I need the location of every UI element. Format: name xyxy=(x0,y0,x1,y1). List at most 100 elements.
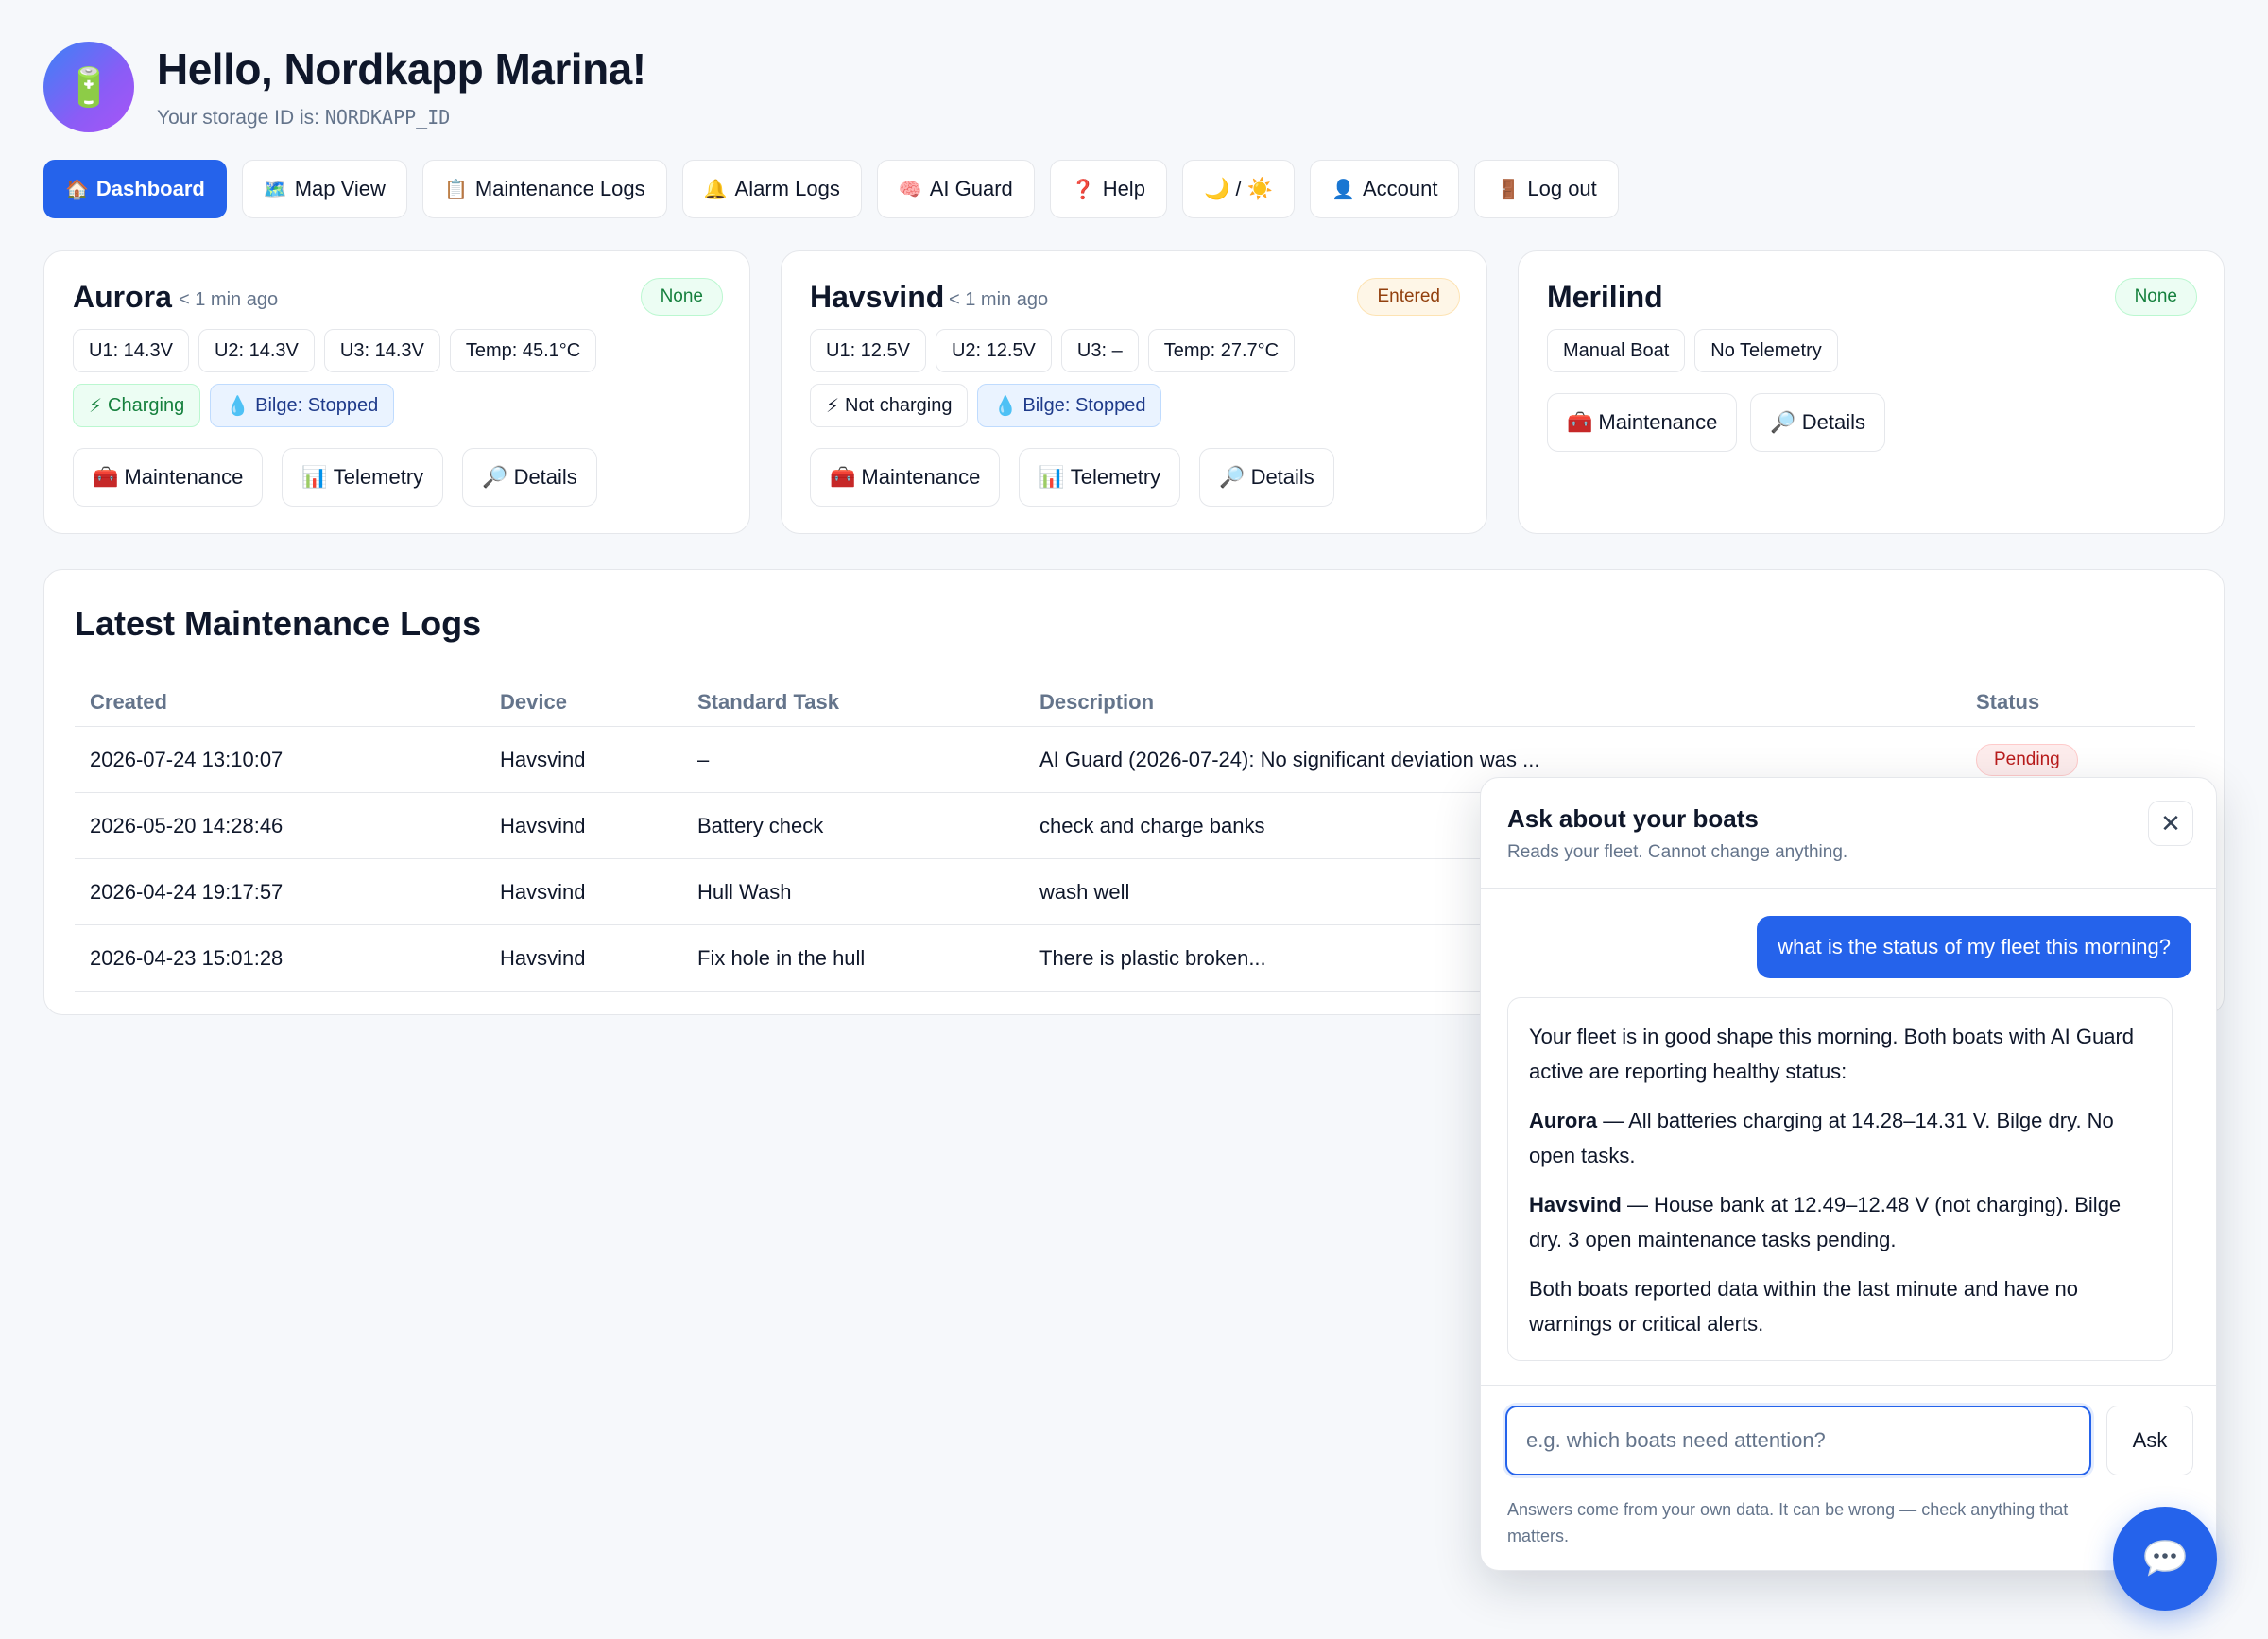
boat-name: Aurora xyxy=(73,280,172,314)
nav-label: Alarm Logs xyxy=(734,177,840,200)
moon-sun-icon: 🌙 / ☀️ xyxy=(1203,177,1274,200)
boat-name: Havsvind xyxy=(810,280,945,314)
nav-account-button[interactable]: 👤 Account xyxy=(1310,160,1460,218)
disclaimer: Answers come from your own data. It can … xyxy=(1507,1500,2069,1545)
toolbox-icon: 🧰 xyxy=(1567,410,1593,434)
chat-input[interactable] xyxy=(1505,1406,2091,1475)
storage-id-label: Your storage ID is: xyxy=(157,107,325,129)
nav-map-view-button[interactable]: 🗺️ Map View xyxy=(241,160,407,218)
home-icon: 🏠 xyxy=(65,179,89,200)
cell-device: Havsvind xyxy=(500,813,586,837)
nav-help-button[interactable]: ❓ Help xyxy=(1049,160,1167,218)
storage-id-line: Your storage ID is: NORDKAPP_ID xyxy=(157,106,450,129)
nav-label: Help xyxy=(1102,177,1145,200)
button-label: Telemetry xyxy=(1070,465,1161,489)
action-row: 🧰 Maintenance 📊 Telemetry 🔎 Details xyxy=(810,448,1334,507)
status-row: ⚡ Charging 💧 Bilge: Stopped xyxy=(73,384,395,427)
nav-ai-guard-button[interactable]: 🧠 AI Guard xyxy=(876,160,1035,218)
chat-title: Ask about your boats xyxy=(1507,804,1759,833)
cell-task: Fix hole in the hull xyxy=(697,945,866,970)
cell-task: Hull Wash xyxy=(697,879,792,904)
divider xyxy=(1481,1385,2216,1386)
cell-status: Pending xyxy=(1961,743,2195,776)
main-nav: 🏠 Dashboard 🗺️ Map View 📋 Maintenance Logs … xyxy=(43,160,1619,218)
logout-button[interactable]: 🚪 Log out xyxy=(1474,160,1619,218)
maintenance-button[interactable]: 🧰 Maintenance xyxy=(73,448,264,507)
details-button[interactable]: 🔎 Details xyxy=(462,448,597,507)
charging-label: Not charging xyxy=(845,394,953,416)
cell-task: – xyxy=(697,747,710,771)
toolbox-icon: 🧰 xyxy=(93,465,119,489)
answer-aurora: Aurora — All batteries charging at 14.28… xyxy=(1529,1103,2151,1173)
telemetry-button[interactable]: 📊 Telemetry xyxy=(1019,448,1181,507)
details-button[interactable]: 🔎 Details xyxy=(1199,448,1334,507)
action-row: 🧰 Maintenance 📊 Telemetry 🔎 Details xyxy=(73,448,597,507)
status-badge: Pending xyxy=(1976,743,2078,776)
col-status: Status xyxy=(1976,689,2040,714)
status-badge: None xyxy=(640,278,723,316)
bilge-label: Bilge: Stopped xyxy=(255,394,379,416)
door-icon: 🚪 xyxy=(1496,179,1521,200)
boat-card-merilind: Merilind None Manual Boat No Telemetry 🧰… xyxy=(1518,250,2225,534)
clipboard-icon: 📋 xyxy=(443,179,468,200)
temp-chip: Temp: 27.7°C xyxy=(1147,329,1296,372)
magnifier-icon: 🔎 xyxy=(482,465,508,489)
theme-toggle-button[interactable]: 🌙 / ☀️ xyxy=(1181,160,1296,218)
divider xyxy=(1481,888,2216,889)
chat-toggle-button[interactable] xyxy=(2113,1507,2217,1611)
col-created: Created xyxy=(90,689,167,714)
lightning-icon: ⚡ xyxy=(89,395,103,417)
boat-type-chip: Manual Boat xyxy=(1547,329,1686,372)
cell-created: 2026-04-24 19:17:57 xyxy=(90,879,284,904)
battery-icon: 🔋 xyxy=(65,66,112,109)
button-label: Details xyxy=(1801,410,1866,434)
button-label: Details xyxy=(513,465,577,489)
page-title: Hello, Nordkapp Marina! xyxy=(157,44,646,94)
u1-chip: U1: 12.5V xyxy=(810,329,926,372)
last-seen: < 1 min ago xyxy=(949,289,1049,310)
bell-icon: 🔔 xyxy=(703,179,728,200)
button-label: Maintenance xyxy=(861,465,981,489)
bilge-label: Bilge: Stopped xyxy=(1022,394,1146,416)
nav-dashboard-button[interactable]: 🏠 Dashboard xyxy=(43,160,227,218)
details-button[interactable]: 🔎 Details xyxy=(1750,393,1886,452)
chat-bubble-icon xyxy=(2144,1540,2186,1577)
button-label: Maintenance xyxy=(124,465,244,489)
status-row: ⚡ Not charging 💧 Bilge: Stopped xyxy=(810,384,1162,427)
map-icon: 🗺️ xyxy=(263,179,287,200)
storage-id-value: NORDKAPP_ID xyxy=(324,106,451,129)
telemetry-status-chip: No Telemetry xyxy=(1694,329,1838,372)
nav-maintenance-logs-button[interactable]: 📋 Maintenance Logs xyxy=(421,160,667,218)
cell-created: 2026-05-20 14:28:46 xyxy=(90,813,284,837)
boat-name: Aurora xyxy=(1529,1109,1598,1132)
nav-label: Map View xyxy=(294,177,386,200)
nav-label: Account xyxy=(1362,177,1438,200)
close-button[interactable]: ✕ xyxy=(2148,801,2193,846)
answer-outro: Both boats reported data within the last… xyxy=(1529,1277,2078,1336)
u2-chip: U2: 12.5V xyxy=(935,329,1052,372)
cell-device: Havsvind xyxy=(500,879,586,904)
maintenance-button[interactable]: 🧰 Maintenance xyxy=(1547,393,1738,452)
boat-card-havsvind: Havsvind < 1 min ago Entered U1: 12.5V U… xyxy=(781,250,1487,534)
cell-task: Battery check xyxy=(697,813,824,837)
brain-icon: 🧠 xyxy=(898,179,922,200)
question-icon: ❓ xyxy=(1071,179,1095,200)
cell-device: Havsvind xyxy=(500,945,586,970)
temp-chip: Temp: 45.1°C xyxy=(449,329,597,372)
u3-chip: U3: 14.3V xyxy=(323,329,440,372)
col-device: Device xyxy=(500,689,567,714)
telemetry-button[interactable]: 📊 Telemetry xyxy=(282,448,444,507)
voltage-row: U1: 14.3V U2: 14.3V U3: 14.3V Temp: 45.1… xyxy=(73,329,597,372)
answer-text: — All batteries charging at 14.28–14.31 … xyxy=(1529,1109,2114,1167)
button-label: Details xyxy=(1250,465,1314,489)
u3-chip: U3: – xyxy=(1060,329,1139,372)
nav-alarm-logs-button[interactable]: 🔔 Alarm Logs xyxy=(681,160,862,218)
boat-card-aurora: Aurora < 1 min ago None U1: 14.3V U2: 14… xyxy=(43,250,750,534)
voltage-row: U1: 12.5V U2: 12.5V U3: – Temp: 27.7°C xyxy=(810,329,1296,372)
ask-button[interactable]: Ask xyxy=(2106,1406,2193,1475)
cell-created: 2026-07-24 13:10:07 xyxy=(90,747,284,771)
avatar: 🔋 xyxy=(43,42,134,132)
maintenance-button[interactable]: 🧰 Maintenance xyxy=(810,448,1001,507)
chat-subtitle: Reads your fleet. Cannot change anything… xyxy=(1507,842,1848,862)
table-header: Created Device Standard Task Description… xyxy=(75,678,2195,727)
